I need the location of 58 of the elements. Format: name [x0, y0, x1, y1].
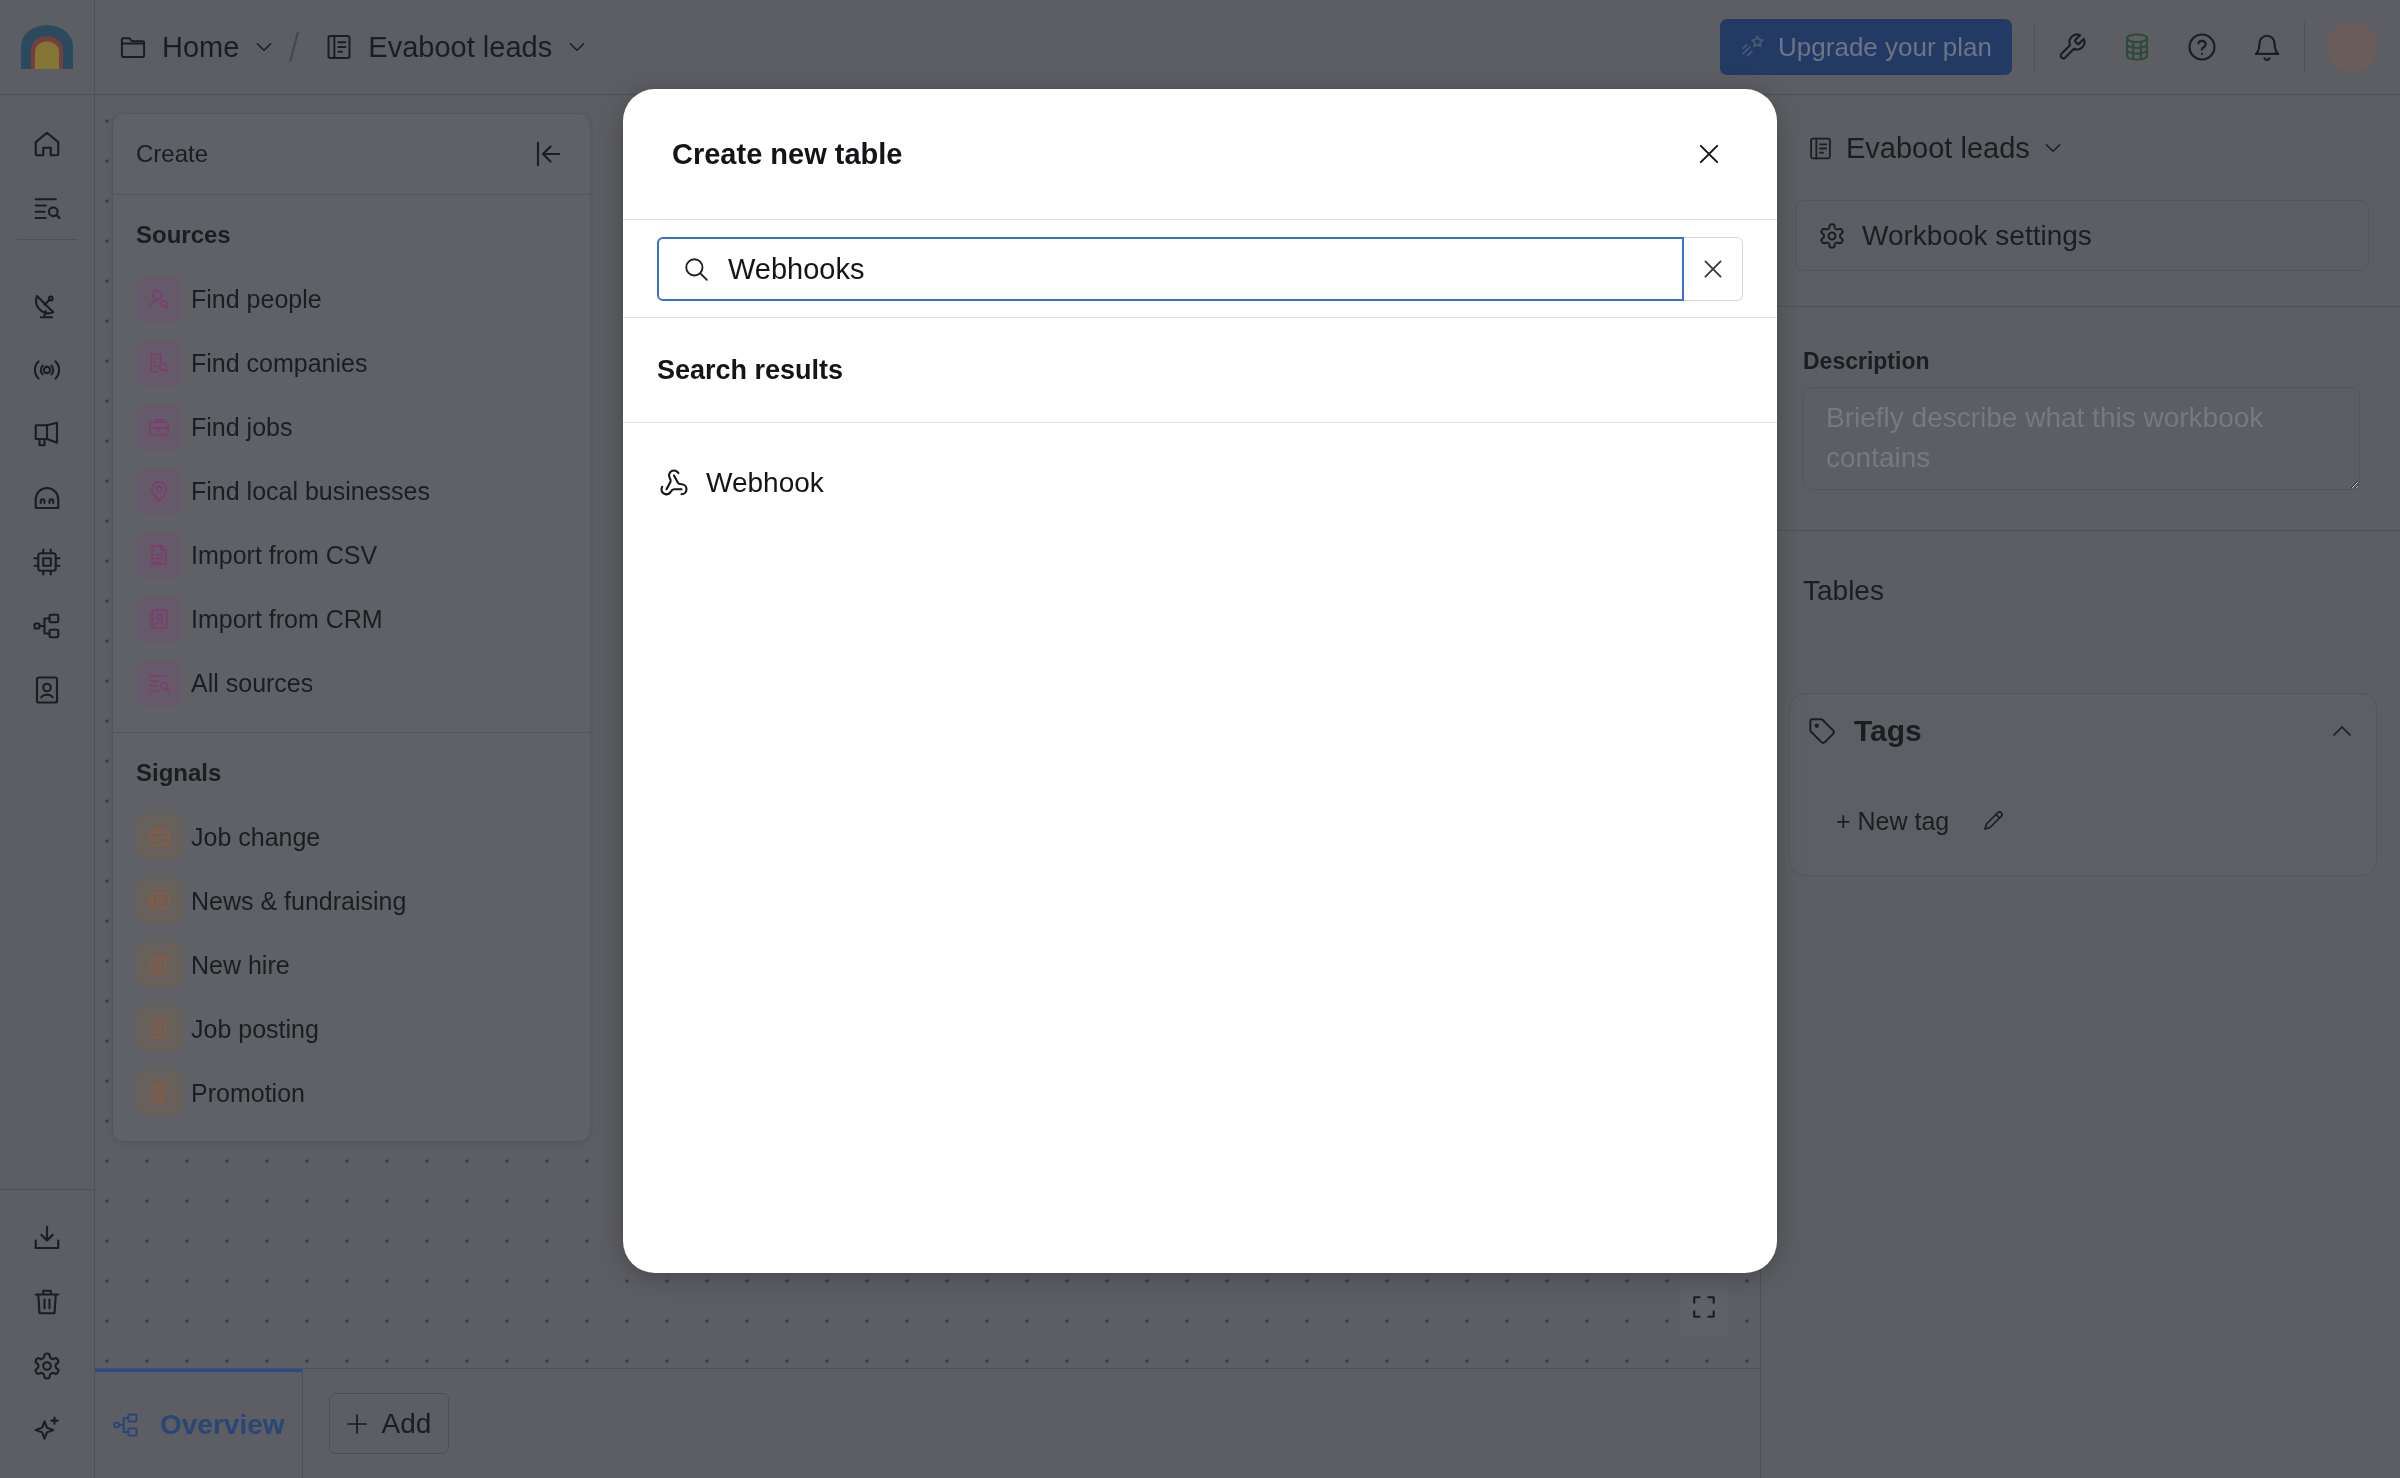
- source-item[interactable]: All sources: [136, 651, 314, 715]
- tag-icon: [1808, 717, 1836, 745]
- search-field[interactable]: Webhooks: [657, 237, 1684, 301]
- signal-item[interactable]: New hire: [136, 933, 290, 997]
- home-icon[interactable]: [32, 129, 62, 159]
- signal-item[interactable]: News & fundraising: [136, 869, 407, 933]
- source-item[interactable]: Find companies: [136, 331, 368, 395]
- workbook-title-dropdown[interactable]: Evaboot leads: [1795, 128, 2063, 168]
- contact-book-icon: [136, 596, 182, 642]
- notebook-icon: [1808, 135, 1833, 161]
- trash-icon[interactable]: [32, 1287, 62, 1317]
- modal-title: Create new table: [672, 137, 903, 171]
- new-tag-button[interactable]: + New tag: [1836, 802, 1950, 840]
- panel-title: Create: [136, 140, 209, 168]
- breadcrumb-item[interactable]: Home: [119, 23, 275, 71]
- breadcrumb-separator: [288, 30, 301, 64]
- person-search-icon: [136, 276, 182, 322]
- source-item[interactable]: Import from CSV: [136, 523, 378, 587]
- search-icon: [683, 256, 709, 282]
- result-item[interactable]: Webhook: [657, 461, 824, 505]
- chip-icon[interactable]: [32, 547, 62, 577]
- clear-search-button[interactable]: [1684, 237, 1743, 301]
- list-search-icon: [136, 660, 182, 706]
- award-ribbon-icon: [136, 1070, 182, 1116]
- tables-heading: Tables: [1803, 575, 1884, 606]
- signal-item[interactable]: Job change: [136, 805, 321, 869]
- tags-header[interactable]: Tags: [1790, 694, 2376, 768]
- briefcase-icon: [136, 814, 182, 860]
- newspaper-icon: [136, 878, 182, 924]
- settings-icon: [1818, 221, 1846, 250]
- add-button[interactable]: Add: [328, 1393, 450, 1454]
- signal-item[interactable]: Promotion: [136, 1061, 305, 1125]
- workbook-settings-button[interactable]: Workbook settings: [1795, 200, 2369, 271]
- document-icon: [136, 1006, 182, 1052]
- source-item[interactable]: Find people: [136, 267, 322, 331]
- briefcase-icon: [136, 404, 182, 450]
- file-icon: [136, 532, 182, 578]
- arch-logo-icon[interactable]: [20, 24, 74, 70]
- map-pin-icon: [136, 468, 182, 514]
- building-search-icon: [136, 340, 182, 386]
- webhook-icon: [659, 468, 689, 498]
- settings-icon[interactable]: [32, 1351, 62, 1381]
- results-heading: Search results: [657, 354, 844, 386]
- help-icon[interactable]: [2187, 32, 2217, 62]
- section-heading: Sources: [136, 220, 231, 250]
- source-item[interactable]: Find jobs: [136, 395, 293, 459]
- plus-icon: [344, 1411, 369, 1436]
- signal-item[interactable]: Job posting: [136, 997, 319, 1061]
- breadcrumb-item[interactable]: Evaboot leads: [325, 23, 588, 71]
- bell-icon[interactable]: [2252, 32, 2282, 62]
- upgrade-button[interactable]: Upgrade your plan: [1720, 19, 2012, 75]
- person-plus-icon: [136, 942, 182, 988]
- description-label: Description: [1803, 347, 1930, 376]
- source-item[interactable]: Import from CRM: [136, 587, 383, 651]
- workflow-icon[interactable]: [32, 611, 62, 641]
- wrench-icon[interactable]: [2057, 32, 2087, 62]
- source-item[interactable]: Find local businesses: [136, 459, 430, 523]
- section-heading: Signals: [136, 758, 222, 788]
